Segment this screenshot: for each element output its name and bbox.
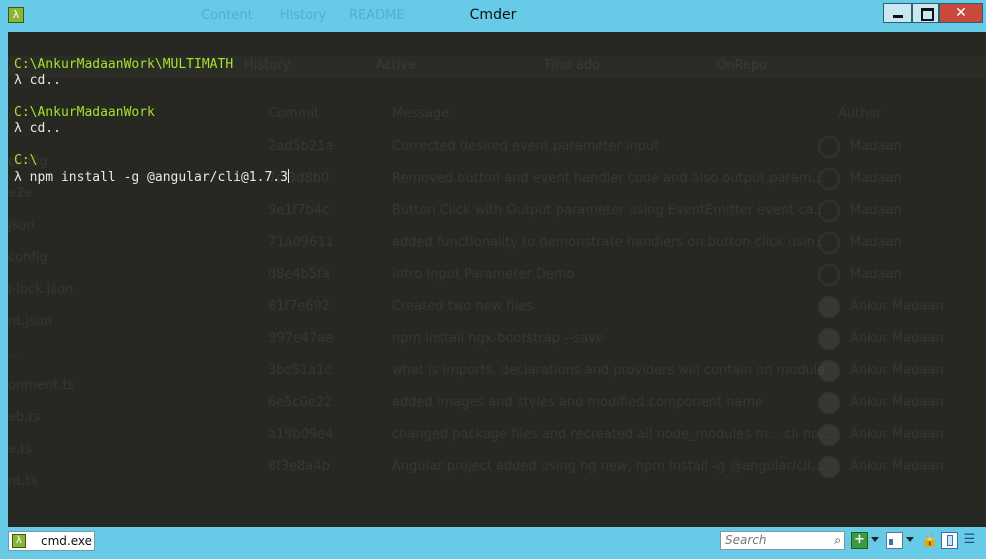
status-bar: λ cmd.exe Search ⌕ + 🔒 ☰ [0,528,986,559]
ghost-commit-author: Ankur Madaan [850,331,944,346]
ghost-commit-hash: 997e47ae [268,331,334,346]
ghost-commit-hash: 9e1f7b4c [268,203,330,218]
window-title: Cmder [469,7,517,23]
ghost-commit-message: Created two new files [392,299,533,314]
ghost-avatar-icon [818,296,840,318]
ghost-commit-author: Madaan [850,171,902,186]
minimize-icon [893,15,903,18]
ghost-commit-author: Madaan [850,267,902,282]
ghost-commit-message: Corrected desired event parameter input [392,139,660,154]
ghost-commit-author: Ankur Madaan [850,363,944,378]
ghost-commit-message: added functionality to demonstrate handl… [392,235,828,250]
ghost-sidebar-item: e2e [8,186,33,201]
ghost-avatar-icon [818,360,840,382]
console-line-path: C:\ [14,153,38,168]
ghost-avatar-icon [818,424,840,446]
ghost-commit-hash: a19b09e4 [268,427,334,442]
layout-button[interactable] [886,532,903,549]
ghost-sidebar-item: e.ts [8,442,33,457]
layout-dropdown-icon[interactable] [906,537,914,542]
console-tab[interactable]: λ cmd.exe [8,531,95,551]
title-bar[interactable]: λ Content History README Cmder ✕ [0,0,986,30]
new-console-button[interactable]: + [851,532,868,549]
minimize-button[interactable] [883,3,912,23]
ghost-avatar-icon [818,168,840,190]
ghost-avatar-icon [818,232,840,254]
ghost-commit-hash: 3bc51a1c [268,363,332,378]
console-line-prompt: λ cd.. [14,121,61,136]
ghost-commit-hash: 71a09611 [268,235,334,250]
ghost-filter: History [244,58,291,73]
split-panes-button[interactable] [941,532,958,549]
ghost-commit-hash: d8e4b5fa [268,267,330,282]
ghost-commit-author: Ankur Madaan [850,427,944,442]
ghost-commit-author: Madaan [850,235,902,250]
ghost-avatar-icon [818,328,840,350]
ghost-commit-author: Ankur Madaan [850,299,944,314]
ghost-sidebar-item: eb.ts [8,410,41,425]
ghost-commit-hash: 2ad5b21a [268,139,334,154]
console-line-current[interactable]: λ npm install -g @angular/cli@1.7.3 [14,169,289,186]
ghost-commit-author: Madaan [850,203,902,218]
plus-icon: + [854,532,865,547]
ghost-sidebar-item: json [8,218,35,233]
ghost-commit-message: added images and styles and modified com… [392,395,764,410]
ghost-avatar-icon [818,392,840,414]
ghost-sidebar-item: nt.ts [8,474,38,489]
ghost-filter: OnRepo [716,58,768,73]
ghost-sidebar-item: config [8,250,48,265]
ghost-commit-message: npm install ngx-bootstrap --save [392,331,604,346]
maximize-button[interactable] [912,3,939,23]
ghost-commit-message: Intro Input Parameter Demo [392,267,575,282]
ghost-commit-message: changed package files and recreated all … [392,427,832,442]
ghost-sidebar-item: l-lock.json [8,282,74,297]
ghost-column: Commit [268,106,320,121]
search-placeholder: Search [725,533,767,547]
console-line-prompt: λ cd.. [14,73,61,88]
ghost-sidebar-item: nt.json [8,314,53,329]
console-area[interactable]: History Active Find ado OnRepo Commit Me… [8,32,986,527]
ghost-commit-hash: 8f3e8a4b [268,459,330,474]
new-console-dropdown-icon[interactable] [871,537,879,542]
search-input[interactable]: Search ⌕ [720,531,845,550]
menu-icon[interactable]: ☰ [961,532,978,549]
ghost-commit-message: Button Click with Output parameter using… [392,203,826,218]
ghost-commit-author: Ankur Madaan [850,459,944,474]
ghost-sidebar-item: onment.ts [8,378,75,393]
ghost-commit-hash: 81f7e692 [268,299,331,314]
console-line-path: C:\AnkurMadaanWork\MULTIMATH [14,57,234,72]
ghost-filter: Active [376,58,417,73]
command-input[interactable]: λ npm install -g @angular/cli@1.7.3 [14,170,288,185]
ghost-commit-hash: 6e5c0e22 [268,395,333,410]
ghost-sidebar-item: ... [8,346,21,361]
ghost-commit-author: Ankur Madaan [850,395,944,410]
cmder-window: λ Content History README Cmder ✕ History… [0,0,986,559]
ghost-avatar-icon [818,456,840,478]
close-icon: ✕ [955,5,967,21]
ghost-avatar-icon [818,264,840,286]
search-icon: ⌕ [834,533,841,547]
console-line-path: C:\AnkurMadaanWork [14,105,155,120]
ghost-avatar-icon [818,200,840,222]
ghost-column: Author [838,106,882,121]
ghost-commit-message: what is imports, declarations and provid… [392,363,826,378]
close-button[interactable]: ✕ [939,3,983,23]
tab-label: cmd.exe [41,534,93,548]
ghost-commit-message: Angular project added using ng new, npm … [392,459,823,474]
lock-icon[interactable]: 🔒 [921,532,938,549]
ghost-commit-message: Removed button and event handler code an… [392,171,824,186]
ghost-filter: Find ado [545,58,600,73]
text-cursor [287,169,289,183]
ghost-avatar-icon [818,136,840,158]
ghost-commit-author: Madaan [850,139,902,154]
maximize-icon [921,8,934,21]
lambda-icon: λ [12,534,26,548]
ghost-column: Message [392,106,449,121]
